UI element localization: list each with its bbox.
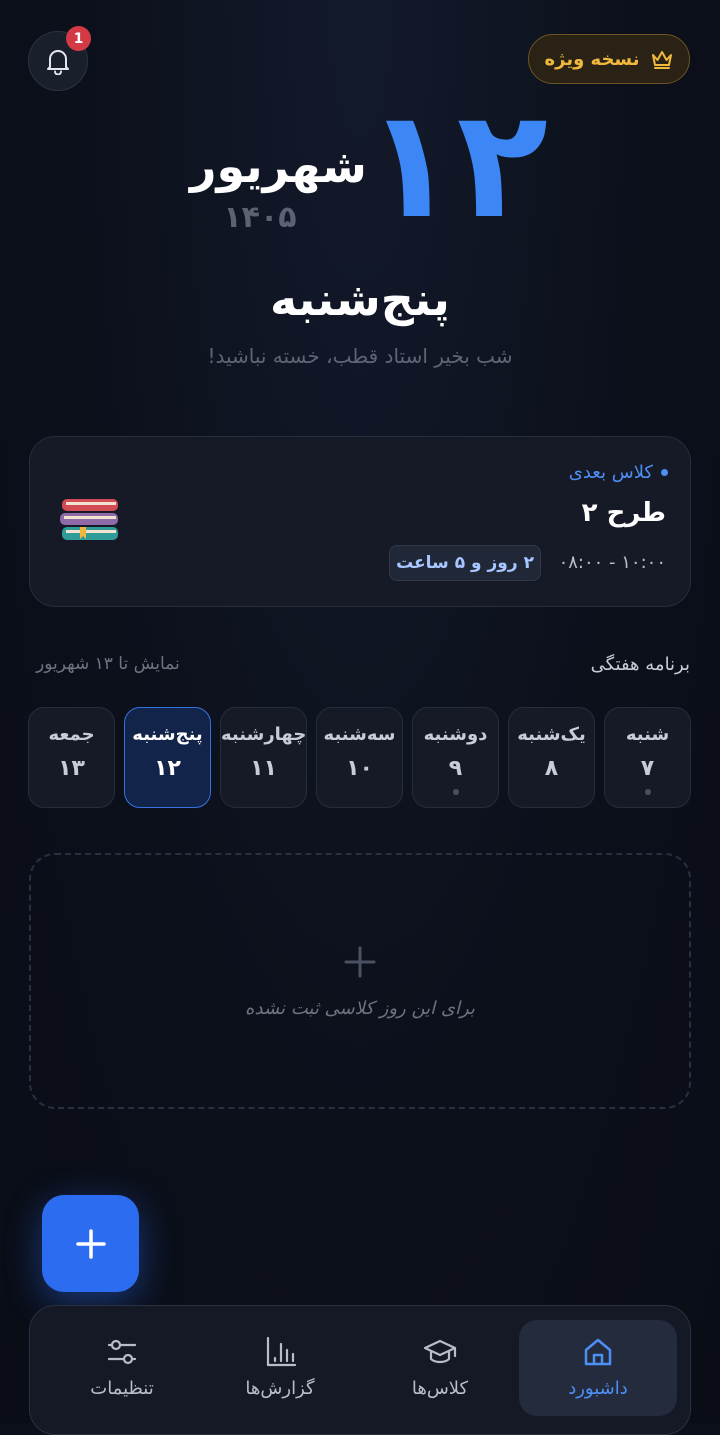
day-date: ۱۲ [154, 756, 181, 781]
sliders-icon [107, 1339, 137, 1365]
day-name: سه‌شنبه [323, 724, 396, 745]
day-name: چهارشنبه [221, 724, 307, 745]
plus-icon [344, 946, 376, 978]
empty-state-text: برای این روز کلاسی ثبت نشده [245, 998, 475, 1019]
nav-classes[interactable]: کلاس‌ها [361, 1320, 519, 1416]
day-friday[interactable]: جمعه ۱۳ [28, 707, 115, 808]
next-class-label: کلاس بعدی [569, 462, 668, 483]
day-tuesday[interactable]: سه‌شنبه ۱۰ [316, 707, 403, 808]
current-month: شهریور [190, 139, 367, 193]
graduation-cap-icon [423, 1339, 457, 1364]
weekly-schedule-title: برنامه هفتگی [590, 654, 690, 675]
day-name: دوشنبه [423, 724, 488, 745]
crown-icon [651, 51, 672, 69]
premium-button[interactable]: نسخه ویژه [528, 34, 690, 84]
plus-icon [75, 1228, 106, 1259]
weekly-schedule-range: نمایش تا ۱۳ شهریور [36, 654, 180, 674]
current-day-number: ۱۲ [365, 78, 554, 252]
current-weekday: پنج‌شنبه [270, 272, 450, 326]
day-name: شنبه [625, 724, 670, 745]
day-date: ۹ [448, 756, 463, 781]
next-class-time: ۰۸:۰۰ - ۱۰:۰۰ [558, 552, 666, 573]
day-date: ۱۰ [346, 756, 373, 781]
day-date: ۸ [544, 756, 559, 781]
day-monday[interactable]: دوشنبه ۹ [412, 707, 499, 808]
dot-icon [661, 469, 668, 476]
day-date: ۱۳ [58, 756, 85, 781]
premium-label: نسخه ویژه [544, 48, 640, 70]
class-indicator-dot [453, 789, 459, 795]
add-class-button[interactable] [42, 1195, 139, 1292]
nav-reports[interactable]: گزارش‌ها [201, 1320, 359, 1416]
books-icon [60, 499, 118, 540]
nav-classes-label: کلاس‌ها [411, 1378, 469, 1399]
bell-icon [47, 50, 69, 75]
current-year: ۱۴۰۵ [223, 200, 297, 235]
day-name: جمعه [48, 724, 95, 745]
day-date: ۱۱ [250, 756, 277, 781]
day-name: پنج‌شنبه [132, 724, 203, 745]
day-name: یک‌شنبه [517, 724, 586, 745]
class-indicator-dot [645, 789, 651, 795]
nav-settings[interactable]: تنظیمات [43, 1320, 201, 1416]
bar-chart-icon [266, 1336, 297, 1367]
day-date: ۷ [640, 756, 655, 781]
notification-badge: 1 [66, 26, 91, 51]
nav-reports-label: گزارش‌ها [245, 1378, 315, 1399]
next-class-name: طرح ۲ [581, 498, 666, 528]
nav-settings-label: تنظیمات [90, 1378, 154, 1399]
nav-dashboard-label: داشبورد [568, 1378, 628, 1399]
day-wednesday[interactable]: چهارشنبه ۱۱ [220, 707, 307, 808]
home-icon [584, 1338, 612, 1366]
day-sunday[interactable]: یک‌شنبه ۸ [508, 707, 595, 808]
next-class-countdown: ۲ روز و ۵ ساعت [389, 545, 541, 581]
day-thursday[interactable]: پنج‌شنبه ۱۲ [124, 707, 211, 808]
greeting-text: شب بخیر استاد قطب، خسته نباشید! [207, 344, 513, 368]
nav-dashboard[interactable]: داشبورد [519, 1320, 677, 1416]
day-saturday[interactable]: شنبه ۷ [604, 707, 691, 808]
